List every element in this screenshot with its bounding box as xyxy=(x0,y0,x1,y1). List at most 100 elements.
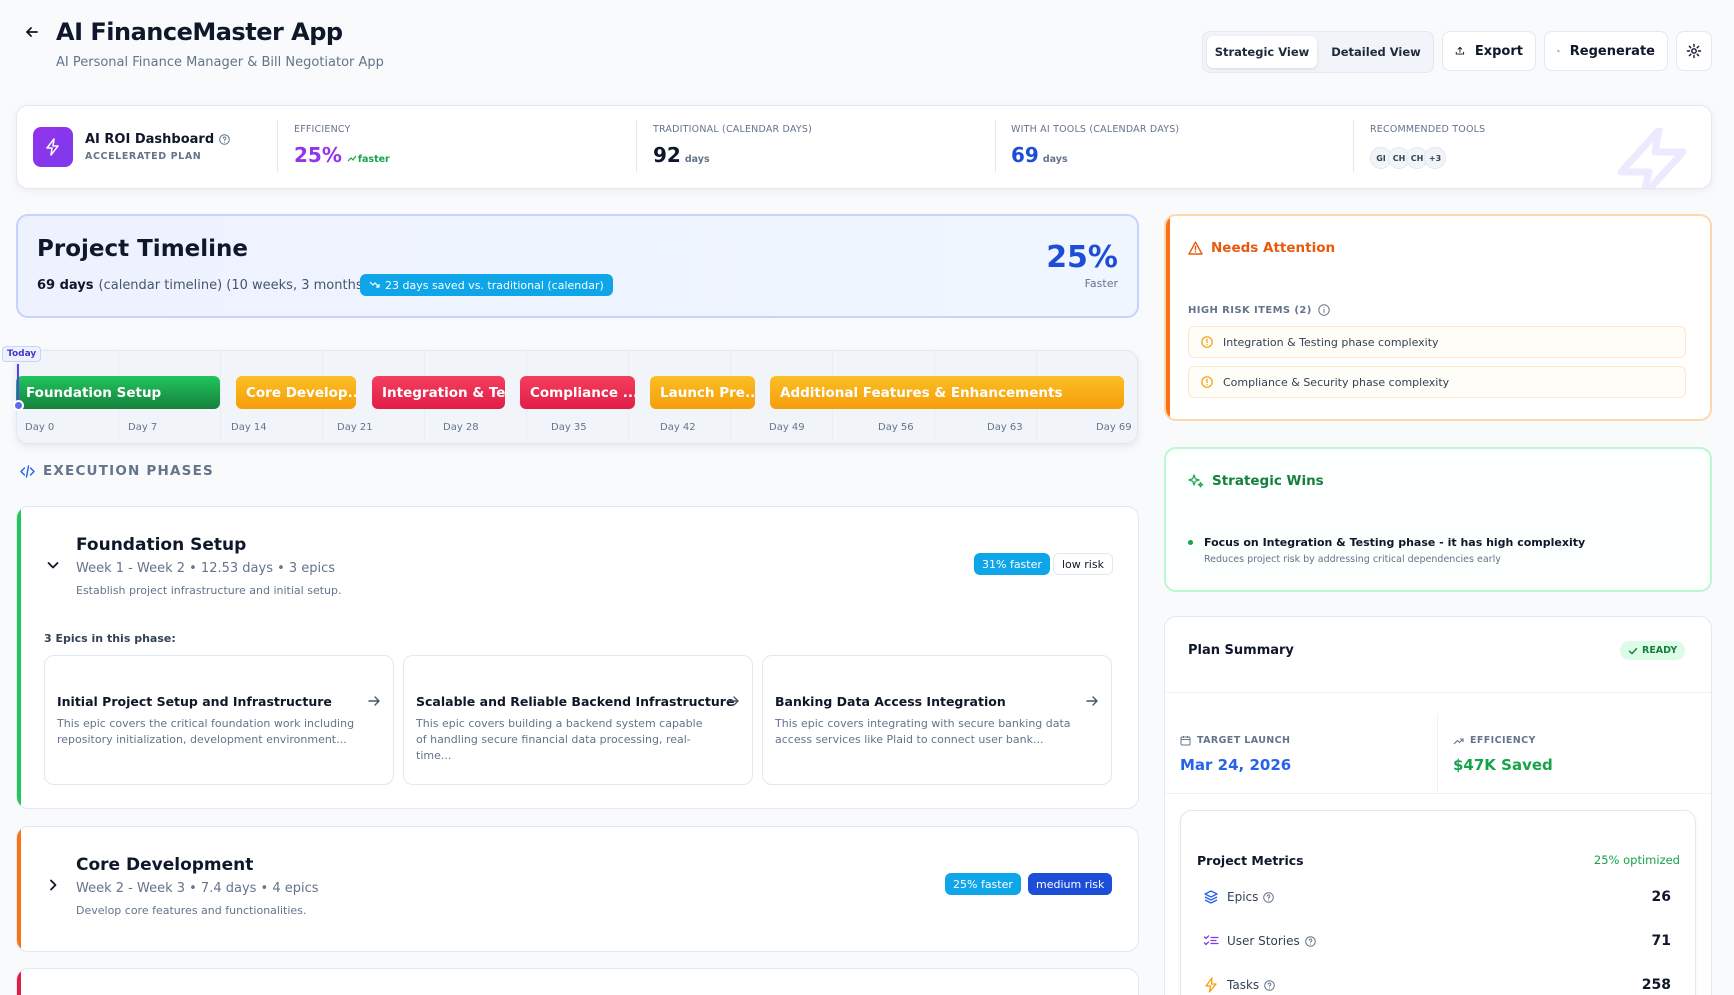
speed-badge: 31% faster xyxy=(974,553,1050,575)
help-icon[interactable] xyxy=(1263,891,1275,903)
epic-card[interactable]: Scalable and Reliable Backend Infrastruc… xyxy=(403,655,753,785)
gantt-bar-launch[interactable]: Launch Pre... xyxy=(650,376,755,409)
epic-description: This epic covers building a backend syst… xyxy=(416,717,703,762)
metric-row-epics: Epics 26 xyxy=(1203,885,1671,909)
tool-more-chip[interactable]: +3 xyxy=(1424,147,1446,169)
phase-meta: Week 1 - Week 2 • 12.53 days • 3 epics xyxy=(76,561,336,576)
day-label: Day 49 xyxy=(769,422,805,433)
warning-icon xyxy=(1188,241,1203,255)
phase-stripe xyxy=(17,827,21,951)
day-label: Day 63 xyxy=(987,422,1023,433)
metric-value: 26 xyxy=(1651,889,1671,905)
help-icon[interactable] xyxy=(219,134,230,145)
tools-list: GI CH CH +3 xyxy=(1370,147,1446,169)
gantt-bar-integration[interactable]: Integration & Te... xyxy=(372,376,505,409)
epic-description: This epic covers the critical foundation… xyxy=(57,717,355,746)
view-toggle: Strategic View Detailed View xyxy=(1202,31,1434,73)
info-icon[interactable] xyxy=(1318,304,1330,316)
epics-count-label: 3 Epics in this phase: xyxy=(44,632,176,645)
plan-summary-title: Plan Summary xyxy=(1188,643,1294,658)
trend-up-icon xyxy=(347,155,356,162)
timeline-days-row: 69 days (calendar timeline) (10 weeks, 3… xyxy=(37,278,368,293)
metric-label: Epics xyxy=(1227,890,1259,904)
high-risk-label-row: HIGH RISK ITEMS (2) xyxy=(1188,304,1330,316)
efficiency-value: 25% xyxy=(294,143,342,167)
timeline-percent-label: Faster xyxy=(1084,277,1118,290)
metric-label: Tasks xyxy=(1227,978,1260,992)
gantt-bar-additional[interactable]: Additional Features & Enhancements xyxy=(770,376,1124,409)
execution-heading: EXECUTION PHASES xyxy=(20,463,214,479)
risk-item-text: Compliance & Security phase complexity xyxy=(1223,375,1450,389)
bolt-watermark-icon xyxy=(1617,128,1687,188)
phase-stripe xyxy=(17,507,21,808)
gear-icon xyxy=(1686,43,1702,59)
ai-tools-label: WITH AI TOOLS (CALENDAR DAYS) xyxy=(1011,124,1180,135)
phase-description: Develop core features and functionalitie… xyxy=(76,904,307,917)
efficiency-label: EFFICIENCY xyxy=(294,124,351,135)
strategic-wins-title: Strategic Wins xyxy=(1212,473,1324,489)
chevron-right-icon xyxy=(50,879,57,891)
timeline-days: 69 days xyxy=(37,278,94,293)
chevron-down-icon xyxy=(47,562,59,569)
settings-button[interactable] xyxy=(1676,31,1712,71)
epic-title: Scalable and Reliable Backend Infrastruc… xyxy=(416,694,735,709)
status-badge-text: READY xyxy=(1642,645,1678,656)
alert-circle-icon xyxy=(1201,336,1213,348)
day-label: Day 42 xyxy=(660,422,696,433)
arrow-right-icon xyxy=(368,696,380,706)
arrow-right-icon xyxy=(1086,696,1098,706)
win-bullet xyxy=(1188,540,1193,545)
list-check-icon xyxy=(1203,935,1219,946)
epic-description: This epic covers integrating with secure… xyxy=(775,717,1071,746)
divider xyxy=(277,120,278,172)
regenerate-label: Regenerate xyxy=(1569,43,1655,59)
risk-badge: low risk xyxy=(1053,553,1113,575)
risk-item[interactable]: Integration & Testing phase complexity xyxy=(1188,326,1686,358)
day-label: Day 0 xyxy=(25,422,55,433)
strategic-wins-card xyxy=(1164,447,1712,592)
days-saved-text: 23 days saved vs. traditional (calendar) xyxy=(385,278,604,292)
efficiency-value-row: 25% faster xyxy=(294,143,390,167)
page-subtitle: AI Personal Finance Manager & Bill Negot… xyxy=(56,55,384,70)
day-label: Day 14 xyxy=(231,422,267,433)
strategic-view-tab[interactable]: Strategic View xyxy=(1207,36,1317,68)
back-button[interactable] xyxy=(24,24,40,40)
gantt-bar-foundation[interactable]: Foundation Setup xyxy=(16,376,220,409)
regenerate-button[interactable]: Regenerate xyxy=(1544,31,1668,71)
divider xyxy=(1353,120,1354,172)
launch-value: Mar 24, 2026 xyxy=(1180,756,1292,774)
day-label: Day 28 xyxy=(443,422,479,433)
expand-toggle[interactable] xyxy=(46,878,60,892)
roi-plan: ACCELERATED PLAN xyxy=(85,151,202,162)
timeline-title: Project Timeline xyxy=(37,236,248,262)
speed-badge: 25% faster xyxy=(945,873,1021,895)
roi-icon xyxy=(33,127,73,167)
traditional-value-row: 92 days xyxy=(653,143,710,167)
needs-attention-header: Needs Attention xyxy=(1188,240,1335,256)
risk-item[interactable]: Compliance & Security phase complexity xyxy=(1188,366,1686,398)
epic-card[interactable]: Initial Project Setup and Infrastructure… xyxy=(44,655,394,785)
collapse-toggle[interactable] xyxy=(46,558,60,572)
upload-icon xyxy=(1455,46,1465,55)
epic-card[interactable]: Banking Data Access Integration This epi… xyxy=(762,655,1112,785)
detailed-view-tab[interactable]: Detailed View xyxy=(1321,36,1431,68)
gantt-bar-core[interactable]: Core Develop... xyxy=(236,376,356,409)
export-button[interactable]: Export xyxy=(1442,31,1536,71)
metric-value: 258 xyxy=(1641,977,1671,993)
project-timeline-card xyxy=(16,214,1139,318)
ai-tools-value-row: 69 days xyxy=(1011,143,1068,167)
help-icon[interactable] xyxy=(1264,979,1275,991)
tools-label: RECOMMENDED TOOLS xyxy=(1370,124,1486,135)
metric-row-tasks: Tasks 258 xyxy=(1203,973,1671,995)
help-icon[interactable] xyxy=(1304,935,1316,947)
phase-description: Establish project infrastructure and ini… xyxy=(76,584,342,597)
risk-item-text: Integration & Testing phase complexity xyxy=(1223,335,1439,349)
launch-label-row: TARGET LAUNCH xyxy=(1180,735,1290,746)
phase-meta: Week 2 - Week 3 • 7.4 days • 4 epics xyxy=(76,881,319,896)
timeline-percent: 25% xyxy=(1046,240,1118,275)
code-icon xyxy=(20,464,35,478)
divider xyxy=(1165,793,1711,794)
calendar-icon xyxy=(1180,736,1191,746)
gantt-bar-compliance[interactable]: Compliance ... xyxy=(520,376,635,409)
launch-label: TARGET LAUNCH xyxy=(1197,735,1291,746)
